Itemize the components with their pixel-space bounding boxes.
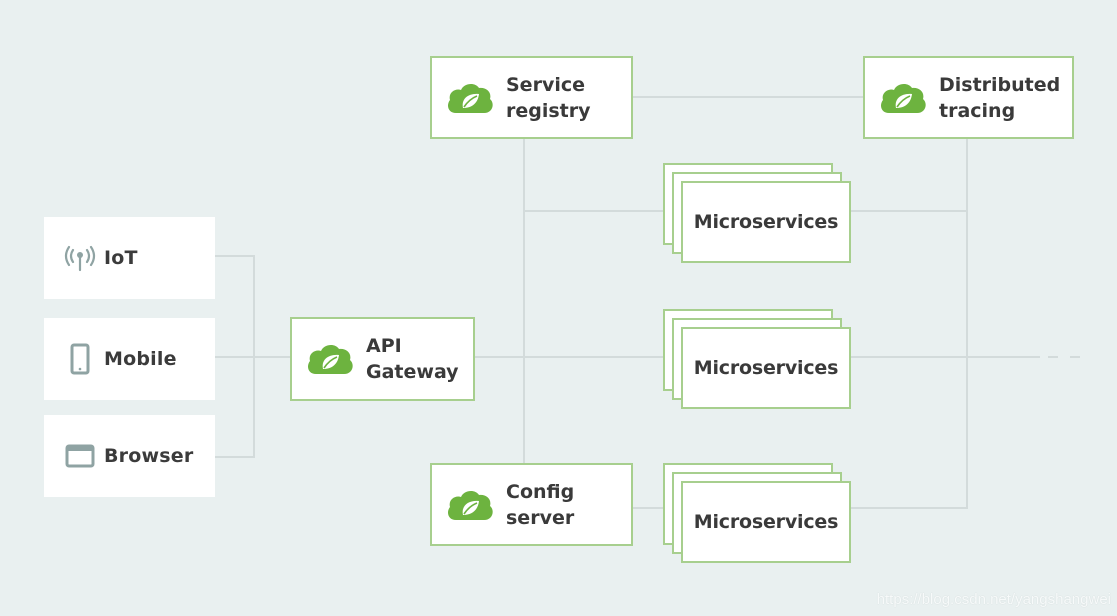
client-browser: Browser <box>44 415 215 497</box>
client-label: IoT <box>104 247 138 269</box>
client-label: Mobile <box>104 348 177 370</box>
registry-line2: registry <box>506 99 591 122</box>
microservices-stack: Microservices <box>663 309 853 414</box>
spring-cloud-icon <box>448 490 493 520</box>
client-mobile: Mobile <box>44 318 215 400</box>
tracing-line1: Distributed <box>939 73 1061 96</box>
browser-window-icon <box>62 441 98 471</box>
distributed-tracing-box: Distributed tracing <box>863 56 1074 139</box>
config-server-box: Config server <box>430 463 633 546</box>
registry-line1: Service <box>506 73 585 96</box>
watermark: https://blog.csdn.net/yangshangwei <box>876 591 1111 608</box>
tracing-line2: tracing <box>939 99 1016 122</box>
api-gateway-box: API Gateway <box>290 317 475 401</box>
antenna-icon <box>62 243 98 273</box>
gateway-line1: API <box>366 335 402 357</box>
spring-cloud-icon <box>308 345 353 374</box>
microservices-label: Microservices <box>693 211 839 233</box>
connector-tracing-vertical <box>850 138 968 509</box>
spring-cloud-icon <box>881 83 926 113</box>
service-registry-box: Service registry <box>430 56 633 139</box>
client-iot: IoT <box>44 217 215 299</box>
gateway-line2: Gateway <box>366 361 459 383</box>
microservices-stack: Microservices <box>663 163 853 268</box>
microservices-label: Microservices <box>693 511 839 533</box>
config-line1: Config <box>506 480 575 503</box>
client-label: Browser <box>104 445 194 467</box>
spring-cloud-icon <box>448 83 493 113</box>
microservices-stack: Microservices <box>663 463 853 568</box>
microservices-label: Microservices <box>693 357 839 379</box>
mobile-phone-icon <box>62 343 98 375</box>
config-line2: server <box>506 506 575 529</box>
